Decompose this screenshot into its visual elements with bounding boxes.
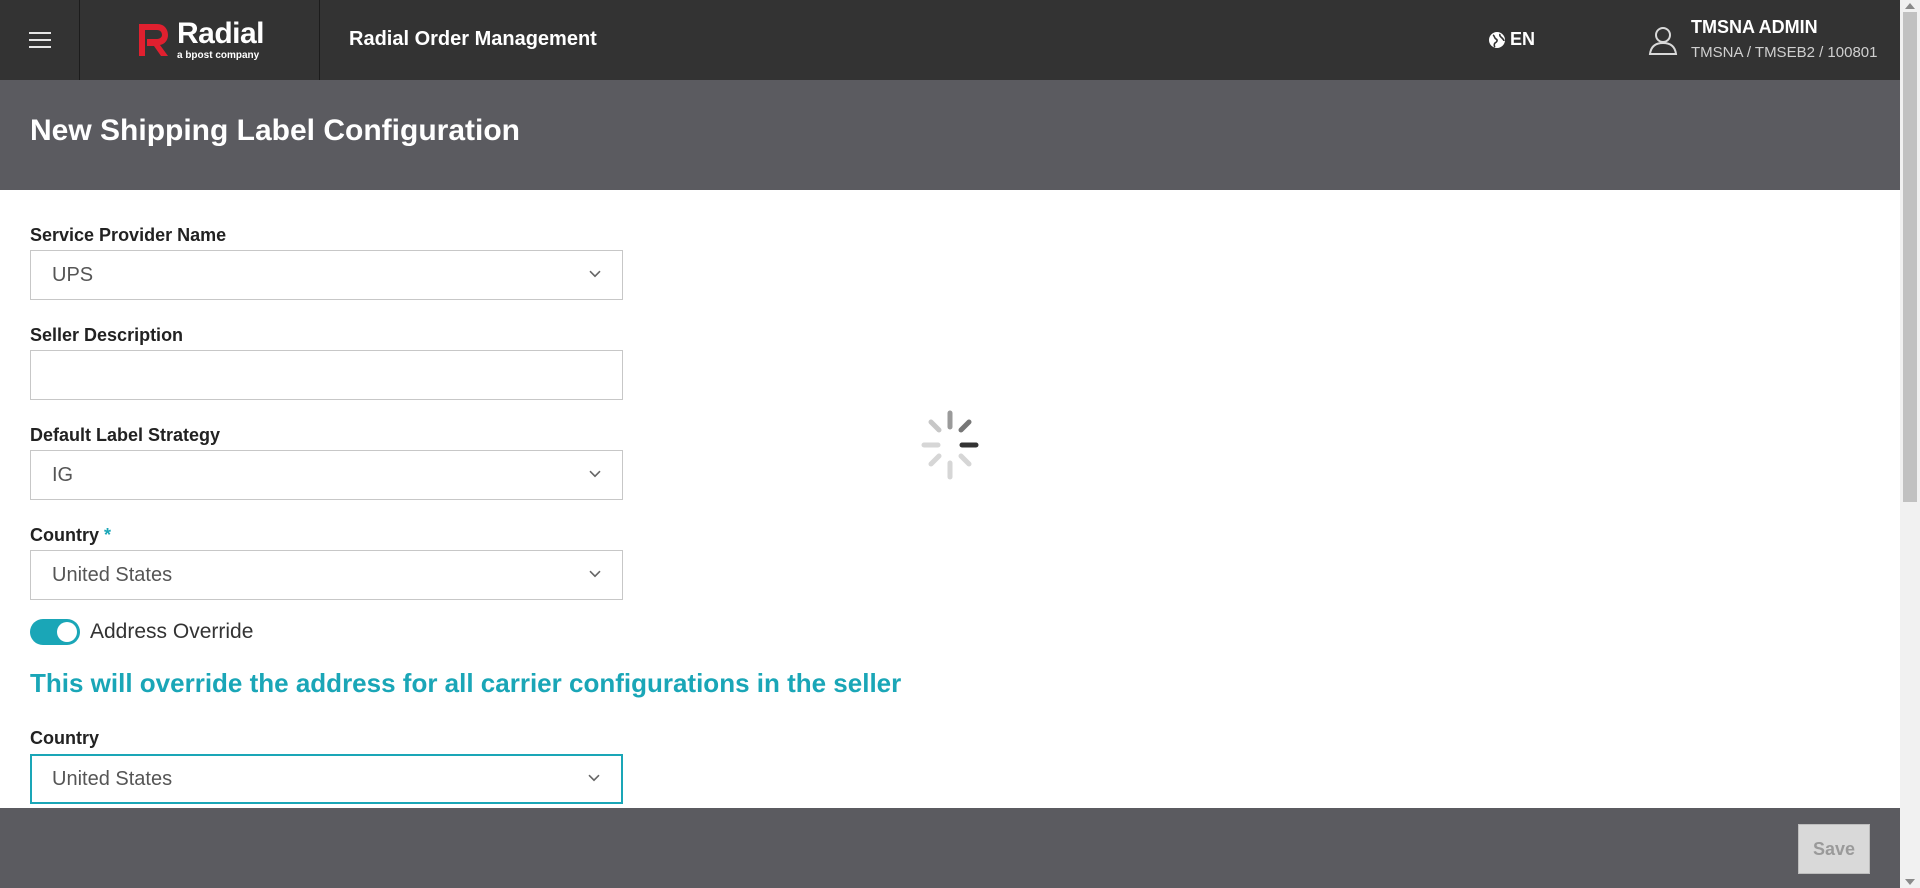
footer-bar bbox=[0, 808, 1900, 888]
vertical-scrollbar[interactable] bbox=[1900, 0, 1920, 888]
globe-icon bbox=[1489, 31, 1505, 48]
override-country-label: Country bbox=[30, 728, 99, 748]
user-info[interactable]: TMSNA ADMIN TMSNA / TMSEB2 / 100801 bbox=[1691, 17, 1877, 61]
override-country-select[interactable]: United States bbox=[30, 754, 623, 804]
save-button[interactable]: Save bbox=[1798, 824, 1870, 874]
chevron-down-icon bbox=[589, 470, 601, 478]
required-marker: * bbox=[104, 525, 112, 545]
page-title: New Shipping Label Configuration bbox=[30, 114, 520, 147]
app-title: Radial Order Management bbox=[349, 28, 597, 50]
seller-description-input[interactable] bbox=[30, 350, 623, 400]
language-selector[interactable]: EN bbox=[1488, 29, 1535, 50]
toggle-knob bbox=[57, 622, 77, 642]
override-country-value: United States bbox=[52, 767, 173, 790]
override-warning-message: This will override the address for all c… bbox=[30, 668, 902, 698]
country-value: United States bbox=[52, 563, 173, 586]
address-override-row: Address Override bbox=[30, 619, 253, 645]
seller-description-label: Seller Description bbox=[30, 325, 184, 345]
radial-logo-mark-icon bbox=[138, 24, 168, 56]
country-label-text: Country bbox=[30, 525, 99, 545]
default-label-strategy-select[interactable]: IG bbox=[30, 450, 623, 500]
default-label-strategy-value: IG bbox=[52, 463, 74, 486]
page-header: New Shipping Label Configuration bbox=[0, 80, 1900, 190]
country-label: Country * bbox=[30, 525, 111, 546]
chevron-down-icon bbox=[589, 570, 601, 578]
scroll-up-arrow-icon[interactable] bbox=[1905, 3, 1915, 9]
chevron-down-icon bbox=[589, 270, 601, 278]
radial-logo[interactable]: Radial a bpost company bbox=[80, 0, 320, 80]
service-provider-value: UPS bbox=[52, 263, 94, 286]
service-provider-select[interactable]: UPS bbox=[30, 250, 623, 300]
hamburger-icon bbox=[28, 32, 51, 48]
logo-name: Radial bbox=[176, 17, 265, 50]
user-name: TMSNA ADMIN bbox=[1691, 17, 1818, 37]
user-icon[interactable] bbox=[1648, 24, 1678, 56]
chevron-down-icon bbox=[588, 774, 600, 782]
loading-spinner-icon bbox=[921, 410, 979, 480]
address-override-label: Address Override bbox=[90, 620, 254, 643]
scroll-down-arrow-icon[interactable] bbox=[1905, 879, 1915, 885]
default-label-strategy-label: Default Label Strategy bbox=[30, 425, 221, 445]
address-override-toggle[interactable] bbox=[30, 619, 80, 645]
scrollbar-thumb[interactable] bbox=[1903, 12, 1917, 502]
menu-button[interactable] bbox=[0, 0, 80, 80]
country-select[interactable]: United States bbox=[30, 550, 623, 600]
service-provider-label: Service Provider Name bbox=[30, 225, 227, 245]
top-navigation-bar: Radial a bpost company Radial Order Mana… bbox=[0, 0, 1900, 80]
language-label: EN bbox=[1510, 29, 1536, 49]
logo-tagline: a bpost company bbox=[176, 50, 260, 61]
user-context: TMSNA / TMSEB2 / 100801 bbox=[1691, 44, 1878, 61]
